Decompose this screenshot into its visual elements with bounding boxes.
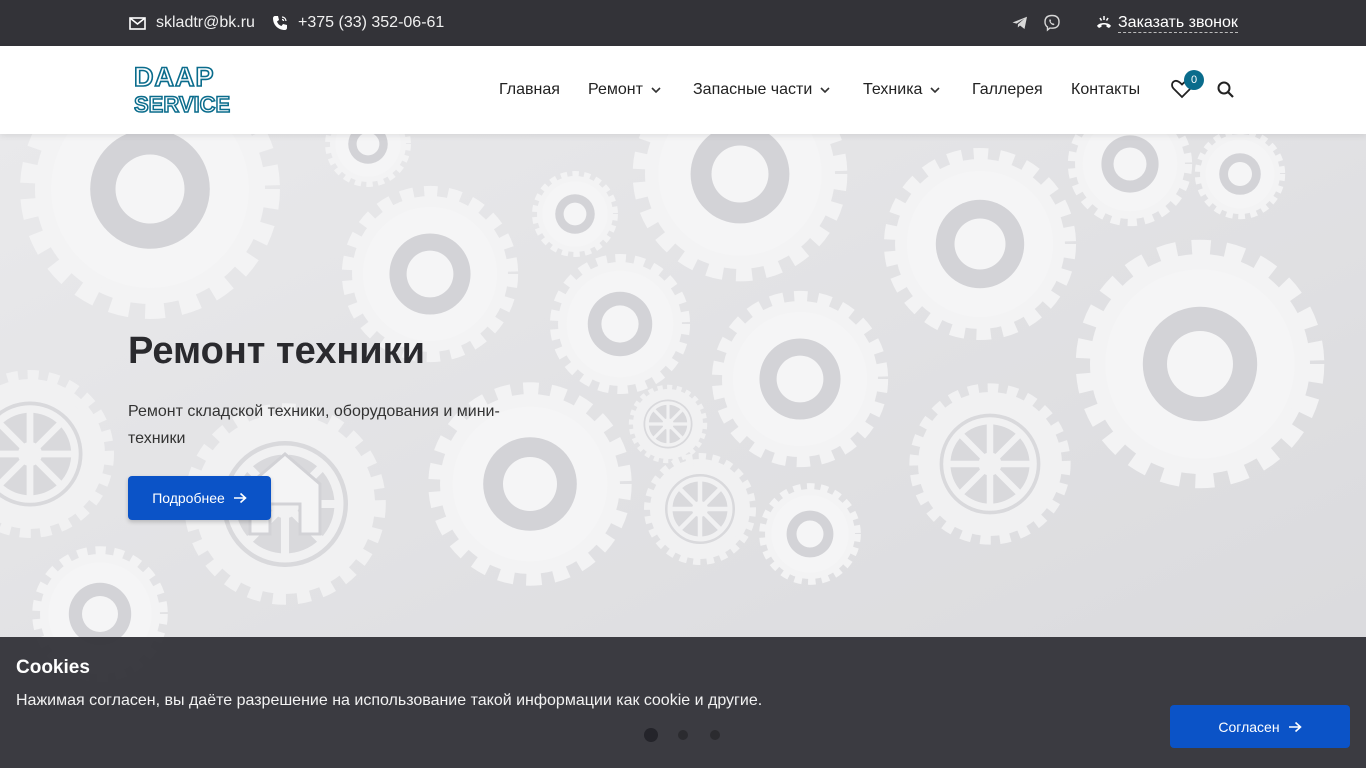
viber-link[interactable] <box>1042 13 1062 33</box>
chevron-down-icon <box>651 87 661 93</box>
logo-text-line2: SERVICE <box>134 92 230 116</box>
logo[interactable]: DAAP SERVICE <box>133 61 232 118</box>
hero-title: Ремонт техники <box>128 330 426 372</box>
telegram-icon <box>1012 16 1027 29</box>
more-button[interactable]: Подробнее <box>128 476 271 520</box>
telegram-link[interactable] <box>1010 13 1030 33</box>
search-icon <box>1217 81 1234 98</box>
nav-item-gallery[interactable]: Галлерея <box>972 46 1043 134</box>
slider-dot[interactable] <box>678 730 688 740</box>
nav-label: Ремонт <box>588 81 643 98</box>
logo-text-line1: DAAP <box>134 64 215 92</box>
chevron-down-icon <box>930 87 941 93</box>
nav-item-machinery[interactable]: Техника <box>863 46 941 134</box>
slider-dot[interactable] <box>710 730 720 740</box>
nav-label: Галлерея <box>972 81 1043 98</box>
hero-subtitle: Ремонт складской техники, оборудования и… <box>128 403 500 447</box>
slider-dot-active[interactable] <box>644 728 658 742</box>
callback-label: Заказать звонок <box>1118 13 1238 33</box>
more-button-label: Подробнее <box>152 490 225 506</box>
nav-item-home[interactable]: Главная <box>499 46 560 134</box>
phone-text: +375 (33) 352-06-61 <box>298 14 445 31</box>
cookie-text: Нажимая согласен, вы даёте разрешение на… <box>16 692 763 709</box>
chevron-down-icon <box>820 87 830 93</box>
phone-link[interactable]: +375 (33) 352-06-61 <box>272 0 444 46</box>
nav-label: Контакты <box>1071 81 1141 98</box>
nav-label: Запасные части <box>693 81 813 98</box>
agree-button[interactable]: Согласен <box>1170 705 1350 748</box>
nav-item-spare-parts[interactable]: Запасные части <box>693 46 830 134</box>
email-link[interactable]: skladtr@bk.ru <box>129 0 255 46</box>
nav-item-contacts[interactable]: Контакты <box>1071 46 1140 134</box>
wishlist-count-badge: 0 <box>1184 70 1204 90</box>
agree-button-label: Согласен <box>1218 718 1280 735</box>
email-text: skladtr@bk.ru <box>156 14 255 31</box>
callback-icon <box>1097 16 1111 28</box>
cookie-title: Cookies <box>16 657 90 678</box>
main-header: DAAP SERVICE Главная Ремонт Запасные час… <box>0 46 1366 134</box>
search-button[interactable] <box>1216 80 1236 100</box>
mail-icon <box>129 16 146 30</box>
arrow-right-icon <box>233 492 247 504</box>
viber-icon <box>1044 14 1060 32</box>
arrow-right-icon <box>1288 721 1302 732</box>
top-bar: skladtr@bk.ru +375 (33) 352-06-61 Заказа… <box>0 0 1366 46</box>
cookie-banner: Cookies Нажимая согласен, вы даёте разре… <box>0 637 1366 768</box>
phone-icon <box>273 16 287 30</box>
callback-link[interactable]: Заказать звонок <box>1096 0 1238 46</box>
nav-label: Главная <box>499 81 560 98</box>
nav-item-repair[interactable]: Ремонт <box>588 46 661 134</box>
nav-label: Техника <box>863 81 923 98</box>
